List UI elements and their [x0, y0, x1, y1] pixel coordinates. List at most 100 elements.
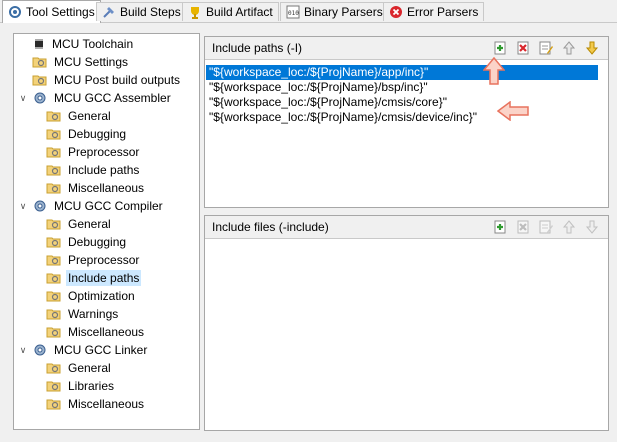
tree-item[interactable]: General [46, 107, 116, 125]
tab-label: Build Artifact [206, 5, 273, 19]
tree-item[interactable]: MCU Toolchain [18, 35, 138, 53]
settings-folder-icon [46, 253, 62, 267]
move-up-icon[interactable] [561, 219, 577, 235]
tree-item[interactable]: ∨ MCU GCC Linker [18, 341, 152, 359]
tree-item-label: Include paths [66, 270, 142, 286]
annotation-arrow-up [483, 57, 505, 85]
tree-item-label: Miscellaneous [68, 181, 145, 195]
tree-item[interactable]: Preprocessor [46, 251, 144, 269]
tree-item-label: Preprocessor [68, 253, 140, 267]
settings-folder-icon [46, 397, 62, 411]
tree-item[interactable]: Debugging [46, 233, 131, 251]
tree-item-label: Include paths [68, 163, 140, 177]
tree-item[interactable]: General [46, 359, 116, 377]
include-paths-title: Include paths (-I) [212, 41, 303, 55]
tab-label: Tool Settings [26, 5, 95, 19]
tree-item[interactable]: Miscellaneous [46, 179, 149, 197]
tree-item[interactable]: General [46, 215, 116, 233]
move-up-icon[interactable] [561, 40, 577, 56]
settings-folder-icon [46, 181, 62, 195]
include-files-list[interactable] [205, 239, 608, 430]
tree-item[interactable]: Miscellaneous [46, 395, 149, 413]
list-item[interactable]: "${workspace_loc:/${ProjName}/app/inc}" [206, 65, 598, 80]
move-down-icon[interactable] [584, 40, 600, 56]
delete-icon[interactable] [515, 40, 531, 56]
tree-item-label: MCU GCC Compiler [54, 199, 163, 213]
tree-item-label: Debugging [68, 235, 127, 249]
edit-icon[interactable] [538, 40, 554, 56]
settings-folder-icon [46, 289, 62, 303]
settings-folder-icon [46, 145, 62, 159]
tree-item[interactable]: Optimization [46, 287, 140, 305]
settings-folder-icon [46, 325, 62, 339]
error-parsers-icon [389, 5, 403, 19]
tab-label: Binary Parsers [304, 5, 383, 19]
tree-item-label: Optimization [68, 289, 135, 303]
tool-settings-icon [8, 5, 22, 19]
tree-item-label: MCU GCC Assembler [54, 91, 171, 105]
tree-item-label: MCU GCC Linker [54, 343, 148, 357]
tree-item[interactable]: Warnings [46, 305, 123, 323]
tree-item-label: MCU Post build outputs [54, 73, 181, 87]
gear-icon [32, 343, 48, 357]
settings-folder-icon [46, 127, 62, 141]
settings-folder-icon [46, 361, 62, 375]
edit-icon[interactable] [538, 219, 554, 235]
tab-label: Error Parsers [407, 5, 479, 19]
delete-icon[interactable] [515, 219, 531, 235]
include-files-section: Include files (-include) [204, 215, 609, 431]
tree-item-label: MCU Settings [54, 55, 129, 69]
tab-binary-parsers[interactable]: 010 Binary Parsers [280, 2, 389, 21]
tree-item-label: Miscellaneous [68, 325, 145, 339]
annotation-arrow-left [497, 101, 529, 121]
tree-item[interactable]: ∨ MCU GCC Compiler [18, 197, 168, 215]
list-item[interactable]: "${workspace_loc:/${ProjName}/bsp/inc}" [206, 80, 598, 95]
chevron-down-icon[interactable]: ∨ [18, 201, 28, 211]
tree-item-label: Warnings [68, 307, 119, 321]
tree-item[interactable]: MCU Post build outputs [18, 71, 185, 89]
settings-folder-icon [46, 163, 62, 177]
settings-tree[interactable]: MCU Toolchain MCU Settings MCU Post build … [13, 33, 200, 430]
add-icon[interactable] [492, 219, 508, 235]
tree-item-label: Debugging [68, 127, 127, 141]
tab-build-artifact[interactable]: Build Artifact [182, 2, 279, 21]
settings-folder-icon [46, 379, 62, 393]
chevron-down-icon[interactable]: ∨ [18, 93, 28, 103]
tree-item[interactable]: Preprocessor [46, 143, 144, 161]
tab-error-parsers[interactable]: Error Parsers [383, 2, 485, 21]
tab-build-steps[interactable]: Build Steps [96, 2, 187, 21]
tree-item[interactable]: Libraries [46, 377, 119, 395]
tab-label: Build Steps [120, 5, 181, 19]
tab-tool-settings[interactable]: Tool Settings [2, 0, 101, 23]
include-paths-list[interactable]: "${workspace_loc:/${ProjName}/app/inc}" … [205, 60, 608, 207]
tree-item-label: Preprocessor [68, 145, 140, 159]
include-paths-section: Include paths (-I) "${workspace_loc:/${P… [204, 36, 609, 208]
tree-item[interactable]: ∨ MCU GCC Assembler [18, 89, 176, 107]
settings-folder-icon [46, 217, 62, 231]
tree-item-label: General [68, 109, 111, 123]
tree-item[interactable]: Include paths [46, 161, 144, 179]
tree-item[interactable]: MCU Settings [18, 53, 133, 71]
chevron-down-icon[interactable]: ∨ [18, 345, 28, 355]
include-paths-header: Include paths (-I) [205, 37, 608, 60]
build-artifact-icon [188, 5, 202, 19]
add-icon[interactable] [492, 40, 508, 56]
tree-item[interactable]: Debugging [46, 125, 131, 143]
tree-item-label: General [68, 217, 111, 231]
list-item[interactable]: "${workspace_loc:/${ProjName}/cmsis/core… [206, 95, 598, 110]
tree-item[interactable]: Miscellaneous [46, 323, 149, 341]
settings-folder-icon [46, 271, 62, 285]
list-item[interactable]: "${workspace_loc:/${ProjName}/cmsis/devi… [206, 110, 598, 125]
move-down-icon[interactable] [584, 219, 600, 235]
settings-folder-icon [46, 109, 62, 123]
tree-item-label: General [68, 361, 111, 375]
settings-folder-icon [46, 307, 62, 321]
binary-parsers-icon: 010 [286, 5, 300, 19]
tree-item-label: Miscellaneous [68, 397, 145, 411]
svg-text:010: 010 [288, 10, 299, 17]
gear-icon [32, 199, 48, 213]
tree-item[interactable]: Include paths [46, 269, 144, 287]
